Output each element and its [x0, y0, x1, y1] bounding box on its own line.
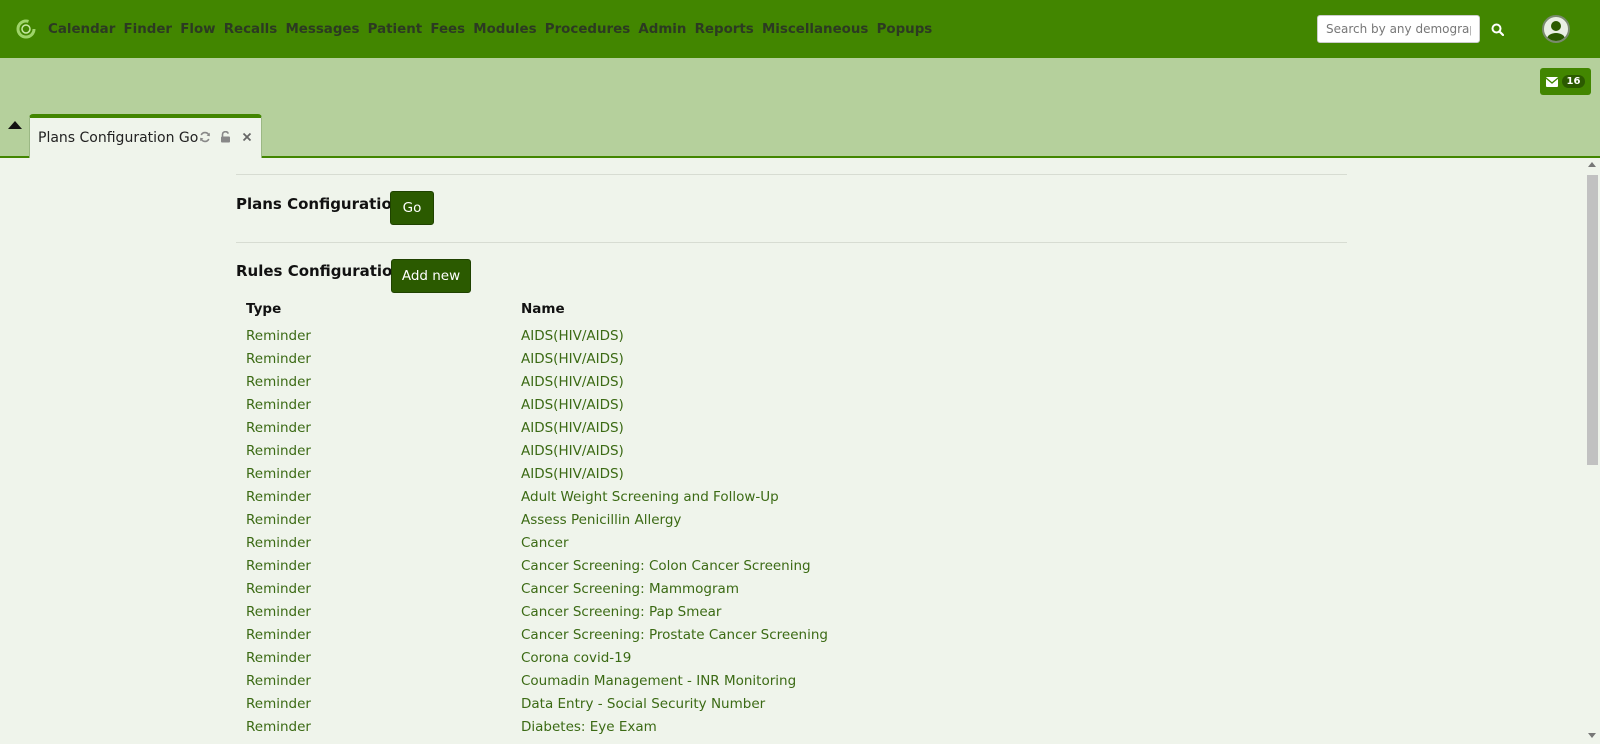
tab-bar: 16 Plans Configuration Go — [0, 58, 1600, 158]
rule-type-link[interactable]: Reminder — [246, 397, 521, 413]
nav-item-messages[interactable]: Messages — [285, 22, 359, 37]
rule-row: Reminder AIDS(HIV/AIDS) — [246, 347, 1146, 370]
user-avatar-icon[interactable] — [1542, 15, 1570, 43]
unlock-icon[interactable] — [219, 130, 232, 143]
rule-type-link[interactable]: Reminder — [246, 535, 521, 551]
rules-list: Reminder AIDS(HIV/AIDS) Reminder AIDS(HIV/A… — [246, 324, 1146, 738]
rule-row: Reminder AIDS(HIV/AIDS) — [246, 416, 1146, 439]
rule-name-link[interactable]: Cancer Screening: Colon Cancer Screening — [521, 558, 811, 574]
refresh-icon[interactable] — [198, 130, 211, 143]
nav-item-procedures[interactable]: Procedures — [545, 22, 630, 37]
main-content: Plans Configuration Go Rules Configurati… — [0, 158, 1584, 744]
rule-name-link[interactable]: Cancer — [521, 535, 569, 551]
envelope-icon — [1545, 76, 1558, 87]
nav-item-patient[interactable]: Patient — [368, 22, 423, 37]
rule-row: Reminder Cancer Screening: Prostate Cance… — [246, 623, 1146, 646]
patient-search-input[interactable] — [1317, 15, 1480, 43]
rule-type-link[interactable]: Reminder — [246, 627, 521, 643]
rule-row: Reminder AIDS(HIV/AIDS) — [246, 370, 1146, 393]
rule-type-link[interactable]: Reminder — [246, 558, 521, 574]
rule-type-link[interactable]: Reminder — [246, 696, 521, 712]
nav-item-fees[interactable]: Fees — [430, 22, 465, 37]
search-button[interactable] — [1483, 15, 1511, 43]
rule-name-link[interactable]: AIDS(HIV/AIDS) — [521, 420, 624, 436]
divider — [236, 174, 1347, 175]
rule-type-link[interactable]: Reminder — [246, 512, 521, 528]
rule-type-link[interactable]: Reminder — [246, 650, 521, 666]
nav-item-finder[interactable]: Finder — [123, 22, 172, 37]
nav-item-popups[interactable]: Popups — [877, 22, 933, 37]
rule-name-link[interactable]: AIDS(HIV/AIDS) — [521, 397, 624, 413]
scroll-up-arrow-icon[interactable] — [1588, 162, 1596, 167]
nav-item-flow[interactable]: Flow — [180, 22, 215, 37]
divider — [236, 242, 1347, 243]
rule-row: Reminder Cancer Screening: Pap Smear — [246, 600, 1146, 623]
nav-item-calendar[interactable]: Calendar — [48, 22, 115, 37]
rule-type-link[interactable]: Reminder — [246, 328, 521, 344]
rule-type-link[interactable]: Reminder — [246, 489, 521, 505]
rule-type-link[interactable]: Reminder — [246, 719, 521, 735]
add-new-rule-button[interactable]: Add new — [391, 259, 471, 293]
top-navbar: Calendar Finder Flow Recalls Messages Patient… — [0, 0, 1600, 58]
rule-type-link[interactable]: Reminder — [246, 420, 521, 436]
nav-item-recalls[interactable]: Recalls — [224, 22, 278, 37]
rule-name-link[interactable]: AIDS(HIV/AIDS) — [521, 328, 624, 344]
rule-row: Reminder Corona covid-19 — [246, 646, 1146, 669]
tab-title: Plans Configuration Go — [38, 130, 199, 146]
scroll-down-arrow-icon[interactable] — [1588, 733, 1596, 738]
rule-type-link[interactable]: Reminder — [246, 443, 521, 459]
app-logo-icon[interactable] — [15, 18, 37, 40]
rule-name-link[interactable]: AIDS(HIV/AIDS) — [521, 443, 624, 459]
rule-row: Reminder Cancer Screening: Mammogram — [246, 577, 1146, 600]
rule-row: Reminder AIDS(HIV/AIDS) — [246, 462, 1146, 485]
rule-name-link[interactable]: Data Entry - Social Security Number — [521, 696, 765, 712]
rule-row: Reminder Assess Penicillin Allergy — [246, 508, 1146, 531]
plans-go-button[interactable]: Go — [390, 191, 434, 225]
rules-configuration-title: Rules Configuration — [236, 262, 404, 280]
rule-type-link[interactable]: Reminder — [246, 374, 521, 390]
rule-type-link[interactable]: Reminder — [246, 581, 521, 597]
rule-row: Reminder AIDS(HIV/AIDS) — [246, 439, 1146, 462]
rule-type-link[interactable]: Reminder — [246, 673, 521, 689]
rule-name-link[interactable]: Diabetes: Eye Exam — [521, 719, 657, 735]
rule-name-link[interactable]: Assess Penicillin Allergy — [521, 512, 681, 528]
rule-name-link[interactable]: AIDS(HIV/AIDS) — [521, 351, 624, 367]
column-header-type: Type — [246, 301, 282, 317]
rule-name-link[interactable]: Corona covid-19 — [521, 650, 631, 666]
rule-row: Reminder Data Entry - Social Security Num… — [246, 692, 1146, 715]
rule-row: Reminder Coumadin Management - INR Monito… — [246, 669, 1146, 692]
rule-row: Reminder Cancer Screening: Colon Cancer S… — [246, 554, 1146, 577]
messages-button[interactable]: 16 — [1540, 68, 1591, 95]
plans-configuration-title: Plans Configuration — [236, 195, 403, 213]
rule-name-link[interactable]: Cancer Screening: Mammogram — [521, 581, 739, 597]
rule-name-link[interactable]: Adult Weight Screening and Follow-Up — [521, 489, 779, 505]
vertical-scrollbar[interactable] — [1584, 158, 1600, 744]
rule-row: Reminder AIDS(HIV/AIDS) — [246, 324, 1146, 347]
rule-type-link[interactable]: Reminder — [246, 351, 521, 367]
rule-name-link[interactable]: AIDS(HIV/AIDS) — [521, 374, 624, 390]
rule-name-link[interactable]: Cancer Screening: Pap Smear — [521, 604, 721, 620]
rule-row: Reminder Adult Weight Screening and Follo… — [246, 485, 1146, 508]
rule-name-link[interactable]: Cancer Screening: Prostate Cancer Screen… — [521, 627, 828, 643]
nav-item-modules[interactable]: Modules — [473, 22, 536, 37]
column-header-name: Name — [521, 301, 565, 317]
tab-plans-configuration[interactable]: Plans Configuration Go — [29, 114, 262, 158]
rule-row: Reminder Cancer — [246, 531, 1146, 554]
nav-item-admin[interactable]: Admin — [638, 22, 686, 37]
scrollbar-thumb[interactable] — [1587, 175, 1598, 465]
search-icon — [1491, 23, 1504, 36]
messages-count-badge: 16 — [1561, 75, 1586, 88]
close-icon[interactable] — [240, 130, 253, 143]
rule-name-link[interactable]: AIDS(HIV/AIDS) — [521, 466, 624, 482]
collapse-tabs-icon[interactable] — [8, 120, 22, 130]
rule-type-link[interactable]: Reminder — [246, 466, 521, 482]
rule-name-link[interactable]: Coumadin Management - INR Monitoring — [521, 673, 796, 689]
rule-type-link[interactable]: Reminder — [246, 604, 521, 620]
rule-row: Reminder Diabetes: Eye Exam — [246, 715, 1146, 738]
main-menu: Calendar Finder Flow Recalls Messages Patient… — [48, 0, 940, 58]
nav-item-reports[interactable]: Reports — [695, 22, 754, 37]
nav-item-miscellaneous[interactable]: Miscellaneous — [762, 22, 868, 37]
rule-row: Reminder AIDS(HIV/AIDS) — [246, 393, 1146, 416]
